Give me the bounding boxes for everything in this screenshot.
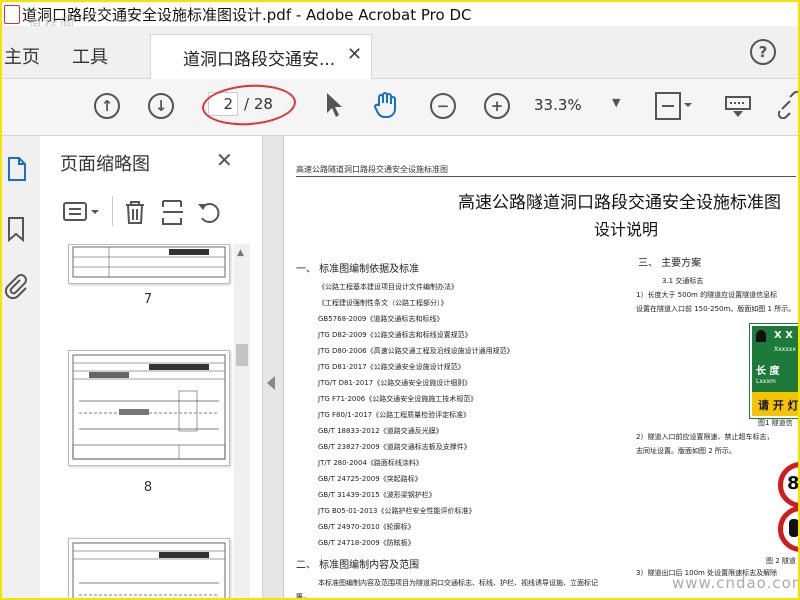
next-page-icon[interactable]: ↓ — [148, 93, 174, 119]
sign-length-label: 长 度 — [756, 366, 780, 377]
rotate-page-icon[interactable] — [196, 198, 222, 230]
reference-item: GB5768-2009《道路交通标志和标线》 — [318, 315, 444, 323]
tab-tools[interactable]: 工具 — [72, 43, 108, 69]
speed-limit-sign: 80 — [778, 462, 800, 508]
tab-document-label: 道洞口路段交通安... — [183, 50, 336, 70]
reference-item: JTG D81-2017《公路交通安全设施设计规范》 — [318, 363, 465, 371]
attachment-icon[interactable] — [4, 272, 28, 304]
reference-item: GB/T 24718-2009《防眩板》 — [318, 539, 415, 547]
chevron-down-icon: ▼ — [612, 96, 621, 109]
scroll-mode-icon[interactable] — [724, 91, 752, 125]
delete-page-icon[interactable] — [122, 198, 148, 230]
collapse-panel-icon[interactable] — [267, 376, 275, 390]
thumbnail-list: 7 8 ▲ — [40, 244, 262, 598]
tunnel-icon — [756, 330, 766, 342]
scroll-up-icon[interactable]: ▲ — [237, 248, 244, 258]
reference-item: JTG D82-2009《公路交通标志和标线设置规范》 — [318, 331, 472, 339]
sign-length-value: Lxxxm — [756, 378, 776, 385]
no-overtaking-sign — [778, 506, 798, 552]
section-3-text: 1）长度大于 500m 的隧道应设置隧道信息标 — [636, 291, 778, 299]
figure-2-caption: 图 2 隧道 — [766, 557, 796, 565]
bookmark-icon[interactable] — [6, 216, 26, 246]
title-bar: 道洞口路段交通安全设施标准图设计.pdf - Adobe Acrobat Pro… — [2, 2, 798, 26]
subsection-heading: 3.1 交通标志 — [662, 277, 704, 285]
section-2-body: 本标准图编制内容及范围项目为隧道洞口交通标志、标线、护栏、视线诱导设施、立面标记 — [318, 579, 598, 587]
car-icon — [789, 519, 798, 537]
section-3-text: 2）隧道入口前应设置限速、禁止超车标志， — [636, 433, 774, 441]
section-3-text: 设置在隧道入口前 150-250m。版面如图 1 所示。 — [636, 305, 796, 313]
reference-item: JTG/T D81-2017《公路交通安全设施设计细则》 — [318, 379, 472, 387]
thumbnail-7-label: 7 — [143, 292, 153, 307]
help-icon[interactable]: ? — [750, 39, 776, 65]
zoom-value: 33.3% — [534, 96, 582, 114]
header-rule — [296, 176, 796, 177]
reference-item: JTG F71-2006《公路交通安全设施施工技术规范》 — [318, 395, 478, 403]
red-annotation-ellipse — [200, 81, 298, 129]
select-cursor-icon[interactable] — [324, 91, 344, 125]
page-thumbnails-panel: 页面缩略图 ✕ 7 8 ▲ — [40, 136, 263, 598]
watermark-bottom: www.cndao.com — [672, 574, 800, 592]
reference-item: JTG D80-2006《高速公路交通工程及沿线设施设计通用规范》 — [318, 347, 514, 355]
reference-item: 《公路工程基本建设项目设计文件编制办法》 — [318, 283, 458, 291]
section-3-text: 志同址设置。版面如图 2 所示。 — [636, 447, 736, 455]
close-panel-icon[interactable]: ✕ — [216, 148, 233, 172]
reference-item: GB/T 23827-2009《道路交通标志板及支撑件》 — [318, 443, 471, 451]
tab-home[interactable]: 主页 — [4, 43, 40, 69]
toolbar: ↑ ↓ 2 / 28 − + 33.3% ▼ — [2, 79, 798, 136]
sign-tunnel-name: X X — [774, 330, 793, 341]
section-2-body-cont: 等。 — [296, 593, 310, 600]
page-thumbnails-icon[interactable] — [6, 156, 28, 186]
left-rail — [2, 136, 41, 598]
thumbnail-scrollbar[interactable]: ▲ — [234, 244, 250, 598]
section-heading-1: 一、 标准图编制依据及标准 — [296, 264, 420, 275]
sign-tunnel-name-latin: Xxxxxx — [774, 346, 796, 353]
page-running-header: 高速公路隧道洞口路段交通安全设施标准图 — [296, 165, 448, 174]
thumbnail-8-label: 8 — [143, 480, 153, 495]
sign-lights-band: 请 开 灯 — [752, 392, 799, 416]
extract-pages-icon[interactable] — [160, 198, 186, 230]
page-thumbnail-8[interactable] — [68, 350, 230, 466]
reference-item: JT/T 280-2004《路面标线涂料》 — [318, 459, 423, 467]
page-thumbnail[interactable] — [68, 538, 230, 598]
toolbar-divider — [112, 196, 113, 226]
zoom-in-icon[interactable]: + — [484, 93, 510, 119]
reference-item: GB/T 24970-2010《轮廓标》 — [318, 523, 415, 531]
zoom-select[interactable]: 33.3% ▼ — [534, 96, 624, 120]
page-subtitle: 设计说明 — [594, 220, 659, 239]
pdf-file-icon — [4, 5, 20, 24]
pdf-page: 高速公路隧道洞口路段交通安全设施标准图 高速公路隧道洞口路段交通安全设施标准图 … — [283, 136, 800, 600]
reference-item: 《工程建设强制性条文（公路工程部分）》 — [318, 299, 448, 307]
reference-item: GB/T 31439-2015《波形梁钢护栏》 — [318, 491, 436, 499]
link-icon[interactable] — [777, 90, 798, 125]
reference-item: JTG B05-01-2013《公路护栏安全性能评价标准》 — [318, 507, 476, 515]
page-thumbnail-7[interactable] — [68, 244, 230, 284]
close-tab-icon[interactable]: ✕ — [347, 44, 362, 65]
reference-item: GB/T 24725-2009《突起路标》 — [318, 475, 422, 483]
fit-page-icon[interactable] — [654, 91, 694, 127]
zoom-out-icon[interactable]: − — [430, 93, 456, 119]
hand-tool-icon[interactable] — [372, 91, 400, 125]
section-heading-3: 三、 主要方案 — [638, 258, 702, 269]
reference-item: JTG F80/1-2017《公路工程质量检验评定标准》 — [318, 411, 471, 419]
sign-lights-text: 请 开 灯 — [758, 399, 799, 412]
reference-item: GB/T 18833-2012《道路交通反光膜》 — [318, 427, 443, 435]
figure-1-caption: 图1 隧道信 — [758, 419, 793, 427]
tab-document[interactable]: 道洞口路段交通安... ✕ — [150, 34, 372, 79]
tunnel-info-sign: X X Xxxxxx 长 度 Lxxxm 请 开 灯 — [749, 323, 799, 419]
section-heading-2: 二、 标准图编制内容及范围 — [296, 560, 420, 571]
panel-title: 页面缩略图 — [60, 154, 150, 175]
acrobat-window: 道洞口路段交通安全设施标准图设计.pdf - Adobe Acrobat Pro… — [0, 0, 800, 600]
document-viewer: 高速公路隧道洞口路段交通安全设施标准图 高速公路隧道洞口路段交通安全设施标准图 … — [263, 136, 800, 600]
options-menu-icon[interactable] — [62, 200, 102, 228]
previous-page-icon[interactable]: ↑ — [94, 93, 120, 119]
page-title: 高速公路隧道洞口路段交通安全设施标准图 — [458, 193, 781, 213]
tab-bar: 主页 工具 道洞口路段交通安... ✕ ? — [2, 26, 798, 79]
speed-limit-value: 80 — [787, 473, 800, 494]
scrollbar-thumb[interactable] — [236, 344, 248, 366]
window-title: 道洞口路段交通安全设施标准图设计.pdf - Adobe Acrobat Pro… — [22, 6, 472, 24]
